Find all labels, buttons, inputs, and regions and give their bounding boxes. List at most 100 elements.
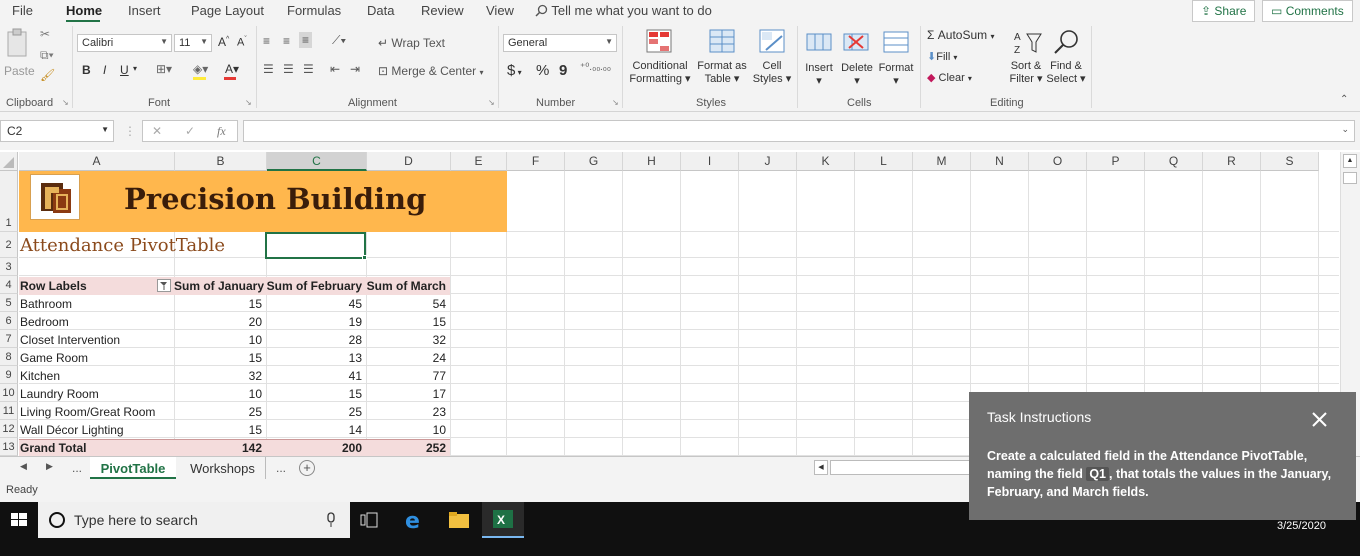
format-painter-icon[interactable]: 🖌 (40, 68, 55, 82)
column-header-k[interactable]: K (797, 152, 855, 171)
column-header-g[interactable]: G (565, 152, 623, 171)
prev-sheet-icon[interactable]: ◀ (20, 461, 27, 472)
tell-me-box[interactable]: Tell me what you want to do (535, 3, 712, 18)
row-header-4[interactable]: 4 (0, 276, 18, 294)
share-button[interactable]: ⇪ Share (1192, 0, 1256, 22)
task-view-icon[interactable] (360, 512, 378, 528)
sort-filter-button[interactable]: AZ (1013, 28, 1043, 59)
column-header-n[interactable]: N (971, 152, 1029, 171)
clear-button[interactable]: ◆ Clear ▾ (927, 71, 972, 84)
increase-decimal-icon[interactable]: ⁺⁰.₀₀ (580, 62, 600, 73)
column-header-o[interactable]: O (1029, 152, 1087, 171)
align-top-icon[interactable]: ≡ (263, 34, 270, 48)
horizontal-scrollbar[interactable] (830, 460, 970, 475)
row-header-5[interactable]: 5 (0, 294, 18, 312)
add-sheet-button[interactable]: + (299, 460, 315, 476)
align-middle-icon[interactable]: ≡ (283, 34, 290, 48)
row-header-8[interactable]: 8 (0, 348, 18, 366)
chevron-down-icon[interactable]: ▾ (133, 64, 137, 73)
column-header-e[interactable]: E (451, 152, 507, 171)
taskbar-excel-button[interactable]: X (482, 502, 524, 538)
alignment-launcher-icon[interactable]: ↘ (488, 98, 495, 107)
column-header-b[interactable]: B (175, 152, 267, 171)
orientation-icon[interactable]: ⟋▾ (332, 33, 346, 48)
menu-formulas[interactable]: Formulas (287, 3, 341, 18)
row-header-12[interactable]: 12 (0, 420, 18, 438)
column-header-s[interactable]: S (1261, 152, 1319, 171)
column-header-m[interactable]: M (913, 152, 971, 171)
microphone-icon[interactable] (326, 512, 336, 528)
formula-input[interactable]: ⌄ (243, 120, 1355, 142)
decrease-indent-icon[interactable]: ⇤ (330, 62, 340, 76)
insert-cells-button[interactable] (806, 30, 832, 57)
next-sheet-icon[interactable]: ▶ (46, 461, 53, 472)
fill-color-icon[interactable]: ◈▾ (193, 62, 208, 76)
menu-home[interactable]: Home (66, 3, 102, 18)
clipboard-launcher-icon[interactable]: ↘ (62, 98, 69, 107)
sheet-overflow-left[interactable]: ... (72, 461, 82, 475)
fill-button[interactable]: ⬇Fill ▾ (927, 50, 957, 63)
borders-icon[interactable]: ⊞▾ (156, 62, 172, 76)
row-header-9[interactable]: 9 (0, 366, 18, 384)
cut-icon[interactable]: ✂ (40, 27, 50, 41)
filter-dropdown-button[interactable] (157, 279, 171, 292)
column-header-q[interactable]: Q (1145, 152, 1203, 171)
edge-browser-icon[interactable]: e (404, 510, 426, 530)
comments-button[interactable]: ▭ Comments (1262, 0, 1353, 22)
align-right-icon[interactable]: ☰ (303, 62, 314, 76)
increase-font-button[interactable]: A^ (218, 35, 229, 49)
font-name-select[interactable]: Calibri ▼ (77, 34, 172, 52)
row-header-2[interactable]: 2 (0, 232, 18, 258)
menu-data[interactable]: Data (367, 3, 394, 18)
menu-page-layout[interactable]: Page Layout (191, 3, 264, 18)
collapse-ribbon-icon[interactable]: ⌃ (1340, 94, 1348, 105)
underline-button[interactable]: U (120, 63, 129, 77)
increase-indent-icon[interactable]: ⇥ (350, 62, 360, 76)
row-header-7[interactable]: 7 (0, 330, 18, 348)
decrease-decimal-icon[interactable]: .₀₀ (600, 62, 611, 73)
delete-cells-button[interactable] (843, 30, 869, 57)
bold-button[interactable]: B (82, 63, 91, 77)
row-header-1[interactable]: 1 (0, 171, 18, 232)
select-all-corner[interactable] (0, 152, 18, 171)
column-header-i[interactable]: I (681, 152, 739, 171)
row-header-11[interactable]: 11 (0, 402, 18, 420)
column-header-r[interactable]: R (1203, 152, 1261, 171)
row-header-6[interactable]: 6 (0, 312, 18, 330)
start-button[interactable] (0, 502, 38, 538)
column-header-f[interactable]: F (507, 152, 565, 171)
taskbar-search-box[interactable]: Type here to search (38, 502, 350, 538)
column-header-a[interactable]: A (19, 152, 175, 171)
format-as-table-button[interactable] (708, 28, 736, 57)
cancel-icon[interactable]: ✕ (152, 124, 162, 138)
menu-file[interactable]: File (12, 3, 33, 18)
row-header-13[interactable]: 13 (0, 438, 18, 456)
row-header-10[interactable]: 10 (0, 384, 18, 402)
align-left-icon[interactable]: ☰ (263, 62, 274, 76)
comma-button[interactable]: 9 (559, 62, 567, 79)
font-size-select[interactable]: 11 ▼ (174, 34, 212, 52)
menu-review[interactable]: Review (421, 3, 464, 18)
align-center-icon[interactable]: ☰ (283, 62, 294, 76)
sheet-tab-workshops[interactable]: Workshops (180, 457, 266, 479)
menu-view[interactable]: View (486, 3, 514, 18)
selected-cell-c2[interactable] (265, 232, 366, 259)
copy-icon[interactable]: ⧉▾ (40, 48, 54, 63)
wrap-text-button[interactable]: ↵ Wrap Text (378, 36, 445, 50)
sheet-tab-pivottable[interactable]: PivotTable (90, 457, 176, 479)
cell-styles-button[interactable] (758, 28, 786, 57)
align-bottom-icon[interactable]: ≡ (299, 32, 313, 48)
column-header-l[interactable]: L (855, 152, 913, 171)
scroll-thumb[interactable] (1343, 172, 1357, 184)
fill-handle[interactable] (362, 255, 367, 260)
paste-button[interactable]: Paste (4, 28, 35, 78)
sheet-overflow-right[interactable]: ... (276, 461, 286, 475)
column-header-c[interactable]: C (267, 152, 367, 171)
merge-center-button[interactable]: ⊡ Merge & Center ▾ (378, 64, 483, 78)
expand-formula-icon[interactable]: ⌄ (1341, 124, 1349, 135)
font-color-icon[interactable]: A▾ (225, 62, 239, 76)
column-header-d[interactable]: D (367, 152, 451, 171)
scroll-left-icon[interactable]: ◀ (814, 460, 828, 475)
percent-button[interactable]: % (536, 62, 549, 79)
column-header-j[interactable]: J (739, 152, 797, 171)
